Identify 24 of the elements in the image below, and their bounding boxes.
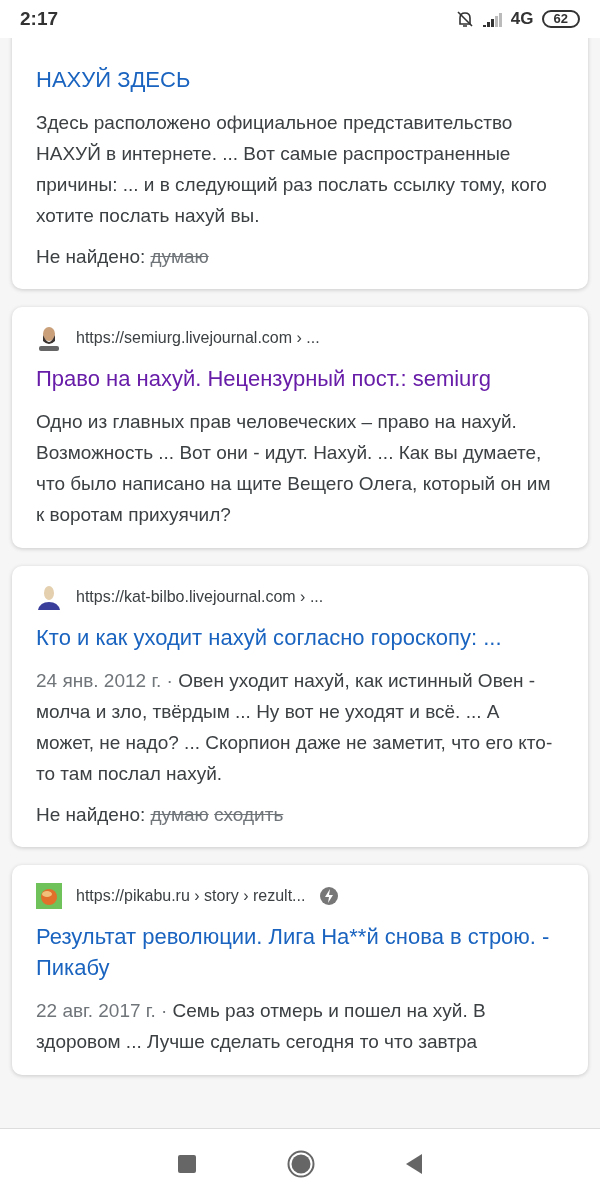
signal-icon [482, 11, 503, 27]
result-title-link[interactable]: Право на нахуй. Нецензурный пост.: semiurg [36, 363, 564, 394]
missing-terms: Не найдено: думаю [36, 245, 210, 269]
battery-level: 62 [541, 10, 580, 28]
person-icon [36, 584, 62, 610]
result-snippet: 24 янв. 2012 г. · Овен уходит нахуй, как истинный Овен - молча и зло, твёрдым ... Ну вот не уходят и всё. ... А может, не надо? ... Скорпион даже не заметит, что его кто-то там послал нахуй. [36, 669, 554, 786]
clock-time: 2:17 [20, 8, 59, 30]
home-button[interactable] [287, 1150, 315, 1178]
recents-button[interactable] [177, 1154, 197, 1174]
bearded-man-icon [36, 325, 62, 351]
result-snippet: 22 авг. 2017 г. · Семь раз отмерь и пошел на хуй. В здоровом ... Лучше сделать сегодня то что завтра [36, 999, 487, 1054]
result-title-link[interactable]: Кто и как уходит нахуй согласно гороскопу: ... [36, 622, 564, 653]
pikabu-logo-icon [36, 883, 62, 909]
back-button[interactable] [405, 1153, 423, 1175]
network-type: 4G [510, 9, 534, 29]
result-title-link[interactable]: Результат революции. Лига На**й снова в строю. - Пикабу [36, 921, 564, 983]
muted-bell-icon [454, 9, 475, 29]
missing-terms: Не найдено: думаю сходить [36, 803, 285, 827]
result-snippet: Здесь расположено официальное представительство НАХУЙ в интернете. ... Вот самые распространенные причины: ... и в следующий раз послать ссылку тому, кого хотите послать нахуй вы. [36, 111, 548, 228]
result-title-link[interactable]: НАХУЙ ЗДЕСЬ [36, 64, 564, 95]
result-snippet: Одно из главных прав человеческих – право на нахуй. Возможность ... Вот они - идут. Нахуй. ... Как вы думаете, что было написано на щите Вещего Олега, который он им к воротам прихуячил? [36, 410, 552, 527]
result-url: https://semiurg.livejournal.com › ... [76, 329, 320, 347]
result-url: https://kat-bilbo.livejournal.com › ... [76, 588, 324, 606]
result-url: https://pikabu.ru › story › rezult... [76, 887, 306, 905]
